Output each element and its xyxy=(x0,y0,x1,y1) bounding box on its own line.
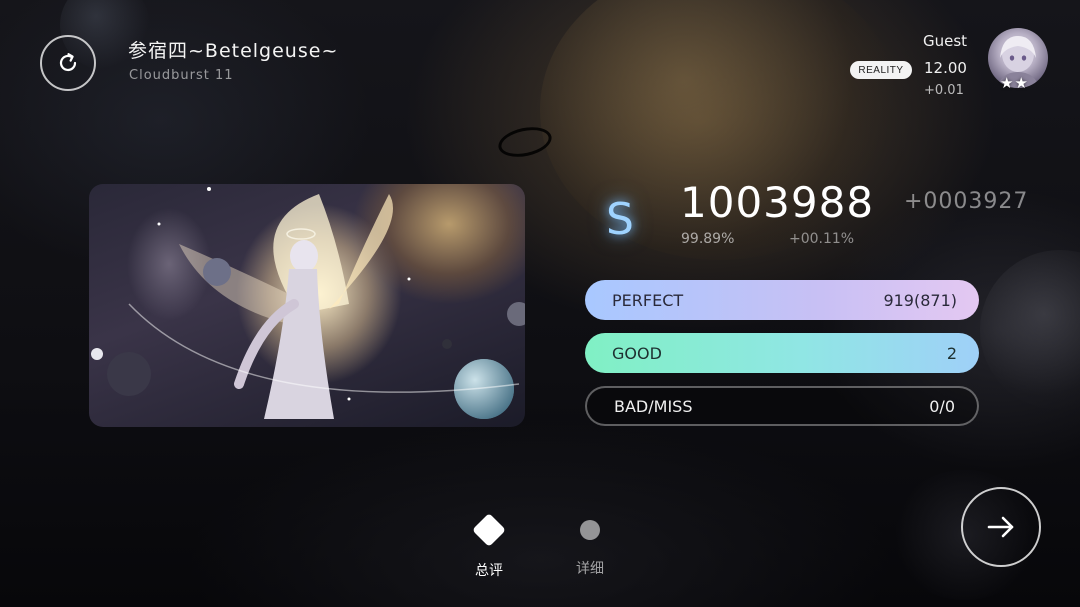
judgement-perfect: PERFECT 919(871) xyxy=(585,280,979,320)
score-delta: +0003927 xyxy=(904,189,1029,214)
grade-letter: S xyxy=(606,194,634,245)
mode-badge: REALITY xyxy=(850,61,912,79)
score-value: 1003988 xyxy=(680,178,875,227)
judgement-count: 919(871) xyxy=(883,290,957,310)
next-button[interactable] xyxy=(961,487,1041,567)
song-difficulty: Cloudburst 11 xyxy=(129,68,234,83)
judgement-good: GOOD 2 xyxy=(585,333,979,373)
judgement-label: PERFECT xyxy=(612,290,684,310)
illustration-art xyxy=(91,187,525,419)
judgement-label: BAD/MISS xyxy=(614,396,693,416)
background-halo xyxy=(495,122,555,162)
player-name: Guest xyxy=(923,32,968,50)
song-illustration xyxy=(89,184,525,427)
accuracy-value: 99.89% xyxy=(681,231,735,247)
tab-detail[interactable]: 详细 xyxy=(560,512,620,578)
result-screen: 参宿四~Betelgeuse~ Cloudburst 11 REALITY Gu… xyxy=(0,0,1080,607)
judgement-count: 2 xyxy=(946,343,957,363)
retry-button[interactable] xyxy=(40,35,96,91)
arrow-right-icon xyxy=(987,516,1014,538)
retry-icon xyxy=(59,53,77,72)
accuracy-delta: +00.11% xyxy=(789,231,855,247)
tab-label: 总评 xyxy=(475,563,503,579)
tab-label: 详细 xyxy=(576,561,604,577)
avatar-stars: ★★ xyxy=(1000,74,1029,92)
player-rks-delta: +0.01 xyxy=(924,83,964,98)
song-title: 参宿四~Betelgeuse~ xyxy=(128,40,339,62)
judgement-label: GOOD xyxy=(612,343,662,363)
tab-summary[interactable]: 总评 xyxy=(459,512,519,580)
dot-icon xyxy=(580,520,600,540)
background-planet xyxy=(980,250,1080,410)
player-rks: 12.00 xyxy=(924,59,967,77)
diamond-icon xyxy=(472,513,506,547)
judgement-count: 0/0 xyxy=(929,396,955,416)
judgement-bad-miss: BAD/MISS 0/0 xyxy=(585,386,979,426)
